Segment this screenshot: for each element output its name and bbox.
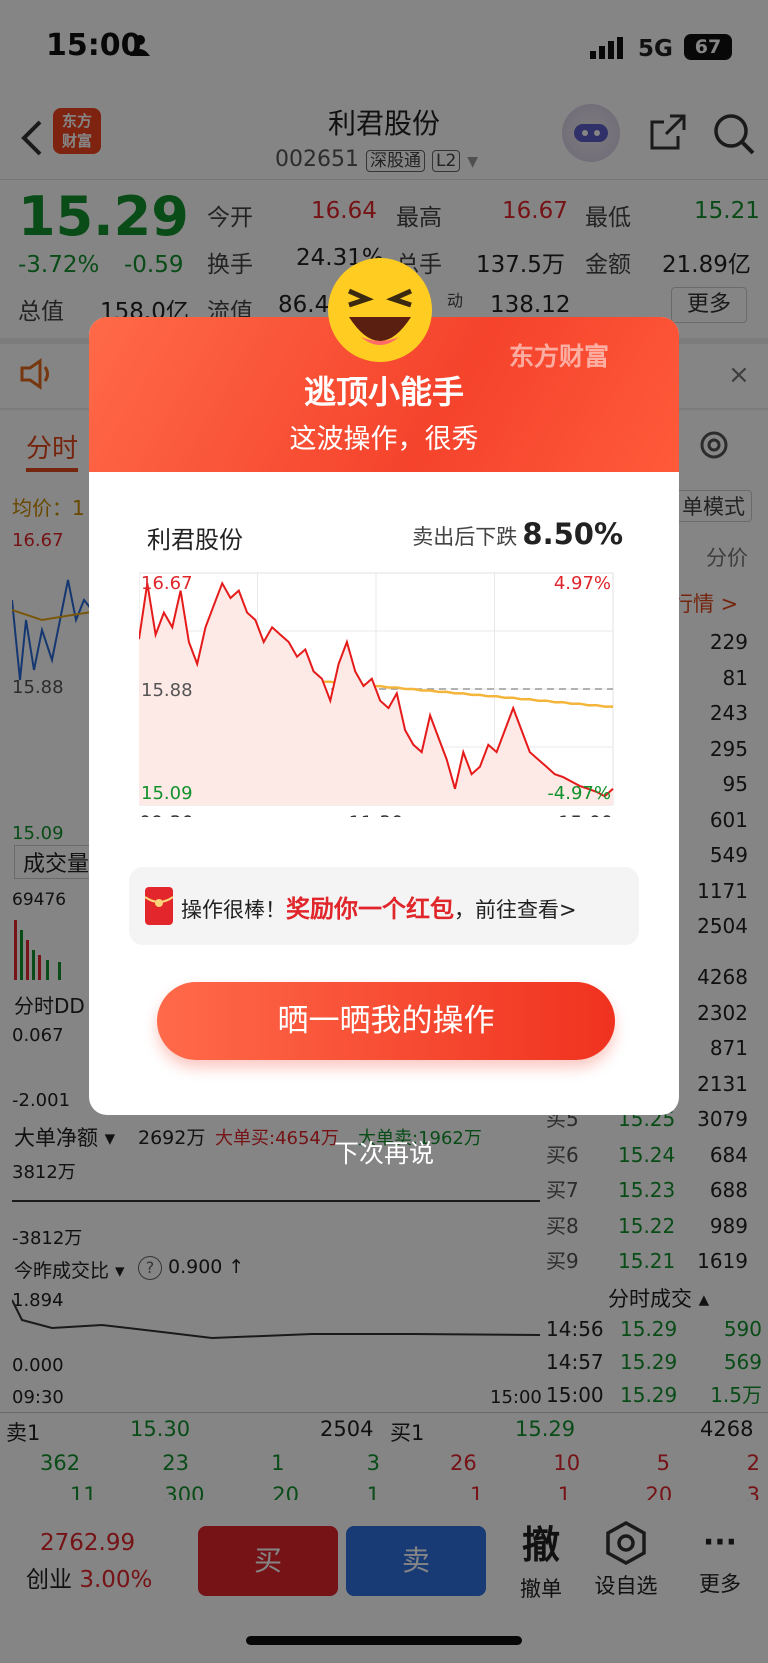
- laughing-emoji-icon: [325, 255, 435, 365]
- modal-subtitle: 这波操作，很秀: [289, 424, 479, 455]
- share-operation-button[interactable]: 晒一晒我的操作: [157, 982, 615, 1060]
- modal-stock-name: 利君股份: [147, 526, 243, 554]
- y-tick-left: 16.67: [141, 573, 193, 594]
- y-tick-right: 4.97%: [554, 573, 611, 594]
- modal-title: 逃顶小能手: [303, 373, 464, 411]
- reward-highlight: 奖励你一个红包: [286, 895, 454, 923]
- y-tick-left: 15.09: [141, 783, 193, 804]
- x-tick: 11:30: [349, 812, 404, 817]
- y-tick-left: 15.88: [141, 680, 193, 701]
- reward-banner[interactable]: 操作很棒！奖励你一个红包，前往查看>: [129, 867, 639, 945]
- y-tick-right: -4.97%: [547, 783, 611, 804]
- reward-text: 操作很棒！奖励你一个红包，前往查看>: [181, 889, 577, 924]
- reward-link: ，前往查看>: [454, 898, 577, 922]
- red-envelope-icon: [144, 887, 174, 925]
- promo-modal: 东方财富 逃顶小能手 这波操作，很秀 利君股份 卖出后下跌 8.50% 16.6…: [89, 317, 679, 1115]
- x-tick: 15:00: [558, 812, 613, 817]
- drop-value: 8.50%: [522, 517, 623, 551]
- dismiss-later-link[interactable]: 下次再说: [0, 1134, 768, 1170]
- x-tick: 09:30: [139, 812, 194, 817]
- intraday-chart: 16.67 15.88 15.09 4.97% -4.97% 09:30 11:30 15:0…: [139, 572, 614, 817]
- modal-drop-row: 卖出后下跌 8.50%: [412, 517, 623, 551]
- reward-prefix: 操作很棒！: [181, 898, 286, 922]
- drop-label: 卖出后下跌: [412, 525, 518, 549]
